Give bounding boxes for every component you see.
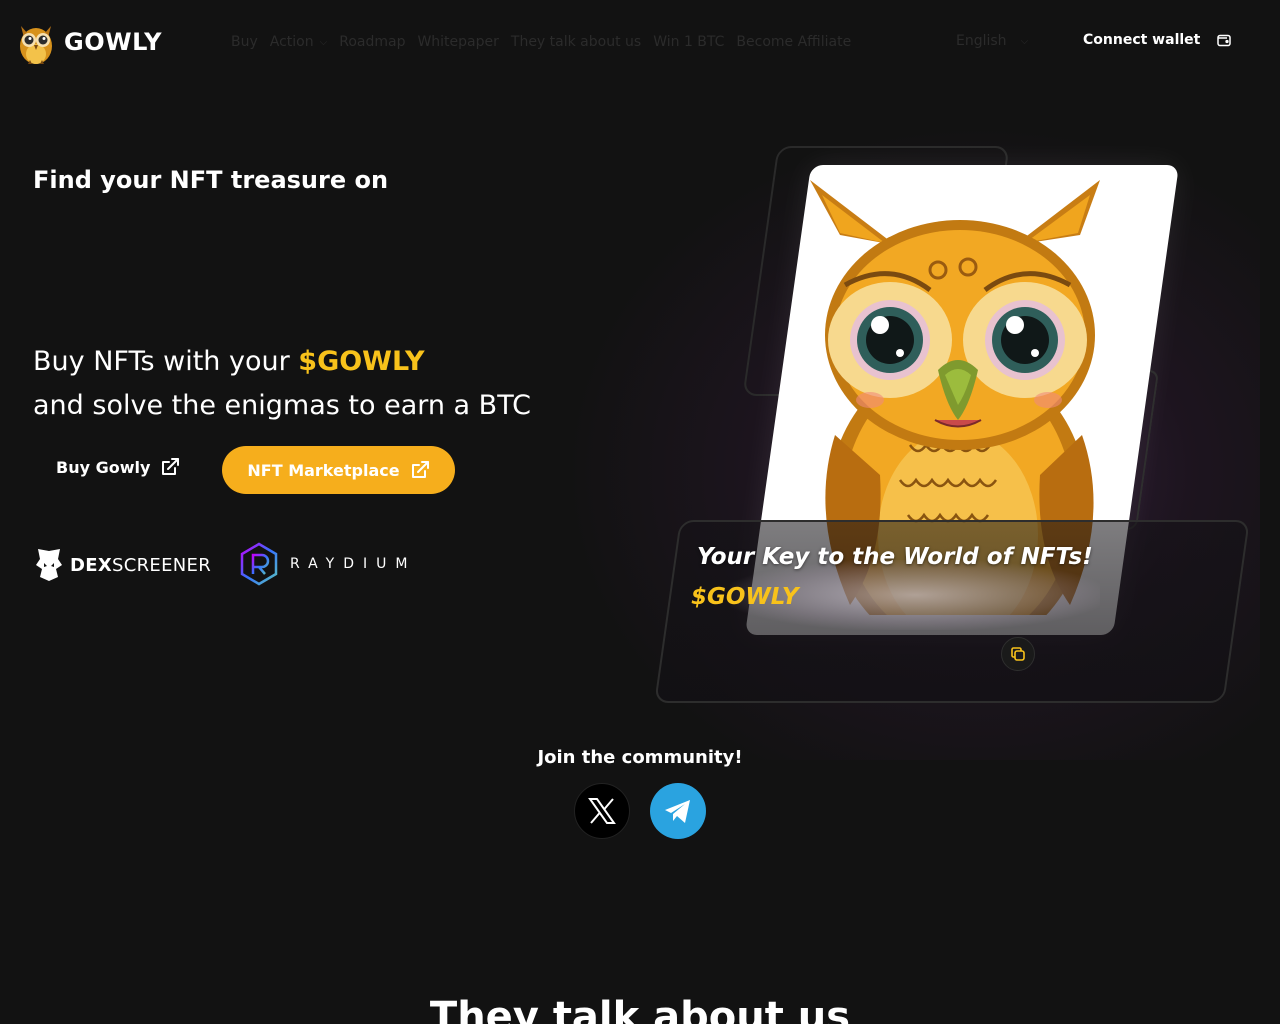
hero-token-highlight: $GOWLY [298,346,425,377]
brand-name[interactable]: GOWLY [64,28,162,56]
language-label: English [956,33,1007,49]
community-heading: Join the community! [537,747,743,768]
card-token: $GOWLY [691,584,799,610]
nav-item-label: Action [269,34,314,50]
nav-item-label: They talk about us [510,34,642,50]
nav-item-roadmap[interactable]: Roadmap [339,34,405,50]
buy-gowly-label: Buy Gowly [56,457,151,477]
connect-wallet-button[interactable]: Connect wallet [1083,32,1232,48]
dexscreener-link[interactable]: DEXSCREENER [34,547,211,583]
telegram-social-button[interactable] [650,783,706,839]
connect-wallet-label: Connect wallet [1083,32,1201,48]
nft-marketplace-label: NFT Marketplace [247,460,400,480]
x-social-button[interactable] [574,783,630,839]
nav-item-label: Win 1 BTC [653,34,725,50]
raydium-wordmark: RAYDIUM [290,556,417,572]
external-link-icon [162,458,180,475]
nav-item-they-talk-about-us[interactable]: They talk about us [511,34,641,50]
chevron-down-icon: ⌵ [319,36,328,48]
nav-item-whitepaper[interactable]: Whitepaper [417,34,498,50]
nft-marketplace-button[interactable]: NFT Marketplace [222,446,455,494]
hero-subtitle-line2: and solve the enigmas to earn a BTC [33,390,531,421]
copy-address-button[interactable] [1001,637,1035,671]
nav-item-label: Roadmap [339,34,406,50]
nav-item-label: Become Affiliate [736,34,852,50]
dexscreener-logo-icon [36,549,62,581]
site-header: GOWLY Buy Action ⌵ Roadmap Whitepaper The… [0,0,1280,84]
nav-item-become-affiliate[interactable]: Become Affiliate [736,34,851,50]
language-select[interactable]: English ⌵ [956,33,1028,49]
nav-item-action[interactable]: Action ⌵ [270,34,327,50]
nav-item-win-1-btc[interactable]: Win 1 BTC [653,34,724,50]
main-nav: Buy Action ⌵ Roadmap Whitepaper They talk… [231,33,863,51]
card-tagline: Your Key to the World of NFTs! [697,544,1093,570]
hero-subtitle: Buy NFTs with your $GOWLY and solve the … [33,340,531,428]
owl-logo-icon[interactable] [16,18,56,66]
nav-item-label: Buy [231,34,258,50]
copy-icon [1011,647,1025,661]
dexscreener-wordmark: DEXSCREENER [70,554,212,576]
telegram-icon [665,800,690,823]
wallet-icon [1217,34,1232,47]
raydium-link[interactable]: RAYDIUM [238,541,416,587]
hero-subtitle-prefix: Buy NFTs with your [33,346,299,377]
chevron-down-icon: ⌵ [1020,35,1029,47]
x-icon [588,798,616,824]
external-link-icon [411,461,429,478]
buy-gowly-button[interactable]: Buy Gowly [56,457,180,477]
section-title: They talk about us [429,994,851,1024]
nav-item-buy[interactable]: Buy [231,34,258,50]
raydium-logo-icon [240,542,278,586]
hero-title: Find your NFT treasure on [33,166,389,194]
nav-item-label: Whitepaper [417,34,499,50]
